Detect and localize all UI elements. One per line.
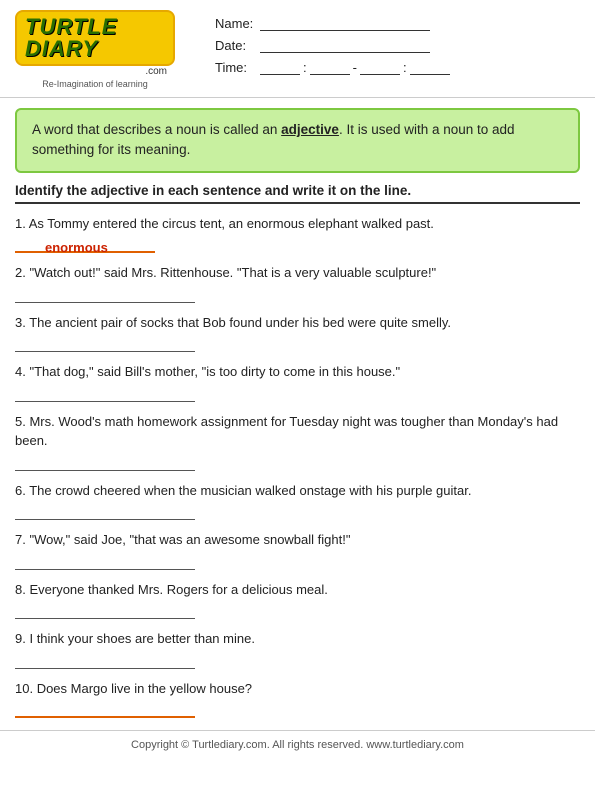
q9-text: 9. I think your shoes are better than mi…	[15, 629, 580, 649]
time-m2[interactable]	[410, 59, 450, 75]
time-h1[interactable]	[260, 59, 300, 75]
q3-answer-line[interactable]	[15, 338, 195, 352]
date-label: Date:	[215, 38, 260, 53]
date-field-row: Date:	[215, 37, 575, 53]
q7-number: 7.	[15, 532, 29, 547]
q1-answer-text: enormous	[45, 240, 108, 255]
logo-com: .com	[145, 66, 167, 77]
logo-tagline: Re-Imagination of learning	[15, 79, 175, 89]
question-5: 5. Mrs. Wood's math homework assignment …	[15, 412, 580, 471]
instruction-text-before: A word that describes a noun is called a…	[32, 122, 281, 137]
date-underline[interactable]	[260, 37, 430, 53]
q2-answer-line[interactable]	[15, 289, 195, 303]
q9-number: 9.	[15, 631, 29, 646]
time-m1[interactable]	[310, 59, 350, 75]
question-4: 4. "That dog," said Bill's mother, "is t…	[15, 362, 580, 402]
instruction-box: A word that describes a noun is called a…	[15, 108, 580, 173]
question-8: 8. Everyone thanked Mrs. Rogers for a de…	[15, 580, 580, 620]
page-footer: Copyright © Turtlediary.com. All rights …	[0, 730, 595, 759]
question-1: 1. As Tommy entered the circus tent, an …	[15, 214, 580, 254]
time-field-row: Time: : - :	[215, 59, 575, 75]
instruction-keyword: adjective	[281, 122, 339, 137]
q4-text: 4. "That dog," said Bill's mother, "is t…	[15, 362, 580, 382]
q3-text: 3. The ancient pair of socks that Bob fo…	[15, 313, 580, 333]
question-6: 6. The crowd cheered when the musician w…	[15, 481, 580, 521]
q10-answer-line[interactable]	[15, 704, 195, 718]
logo-box: TURTLE DIARY	[15, 10, 175, 66]
time-h2[interactable]	[360, 59, 400, 75]
q5-number: 5.	[15, 414, 29, 429]
q1-text: 1. As Tommy entered the circus tent, an …	[15, 214, 580, 234]
q6-text: 6. The crowd cheered when the musician w…	[15, 481, 580, 501]
name-label: Name:	[215, 16, 260, 31]
time-row: : - :	[260, 59, 450, 75]
q10-number: 10.	[15, 681, 37, 696]
q2-text: 2. "Watch out!" said Mrs. Rittenhouse. "…	[15, 263, 580, 283]
time-label: Time:	[215, 60, 260, 75]
name-field-row: Name:	[215, 15, 575, 31]
q7-answer-line[interactable]	[15, 556, 195, 570]
question-2: 2. "Watch out!" said Mrs. Rittenhouse. "…	[15, 263, 580, 303]
questions-section: 1. As Tommy entered the circus tent, an …	[0, 214, 595, 719]
question-7: 7. "Wow," said Joe, "that was an awesome…	[15, 530, 580, 570]
q6-answer-line[interactable]	[15, 506, 195, 520]
page-header: TURTLE DIARY .com Re-Imagination of lear…	[0, 0, 595, 98]
q8-answer-line[interactable]	[15, 605, 195, 619]
q2-number: 2.	[15, 265, 29, 280]
q4-answer-line[interactable]	[15, 388, 195, 402]
q6-number: 6.	[15, 483, 29, 498]
question-3: 3. The ancient pair of socks that Bob fo…	[15, 313, 580, 353]
q7-text: 7. "Wow," said Joe, "that was an awesome…	[15, 530, 580, 550]
q5-text: 5. Mrs. Wood's math homework assignment …	[15, 412, 580, 451]
q4-number: 4.	[15, 364, 29, 379]
q1-answer-wrapper: enormous	[15, 239, 580, 253]
q5-answer-line[interactable]	[15, 457, 195, 471]
question-10: 10. Does Margo live in the yellow house?	[15, 679, 580, 719]
directions: Identify the adjective in each sentence …	[15, 183, 580, 204]
q1-number: 1.	[15, 216, 29, 231]
q10-text: 10. Does Margo live in the yellow house?	[15, 679, 580, 699]
logo-text: TURTLE DIARY	[25, 16, 165, 60]
question-9: 9. I think your shoes are better than mi…	[15, 629, 580, 669]
q9-answer-line[interactable]	[15, 655, 195, 669]
q3-number: 3.	[15, 315, 29, 330]
q8-text: 8. Everyone thanked Mrs. Rogers for a de…	[15, 580, 580, 600]
logo-area: TURTLE DIARY .com Re-Imagination of lear…	[15, 10, 175, 89]
q8-number: 8.	[15, 582, 29, 597]
form-fields: Name: Date: Time: : - :	[175, 10, 575, 81]
name-underline[interactable]	[260, 15, 430, 31]
